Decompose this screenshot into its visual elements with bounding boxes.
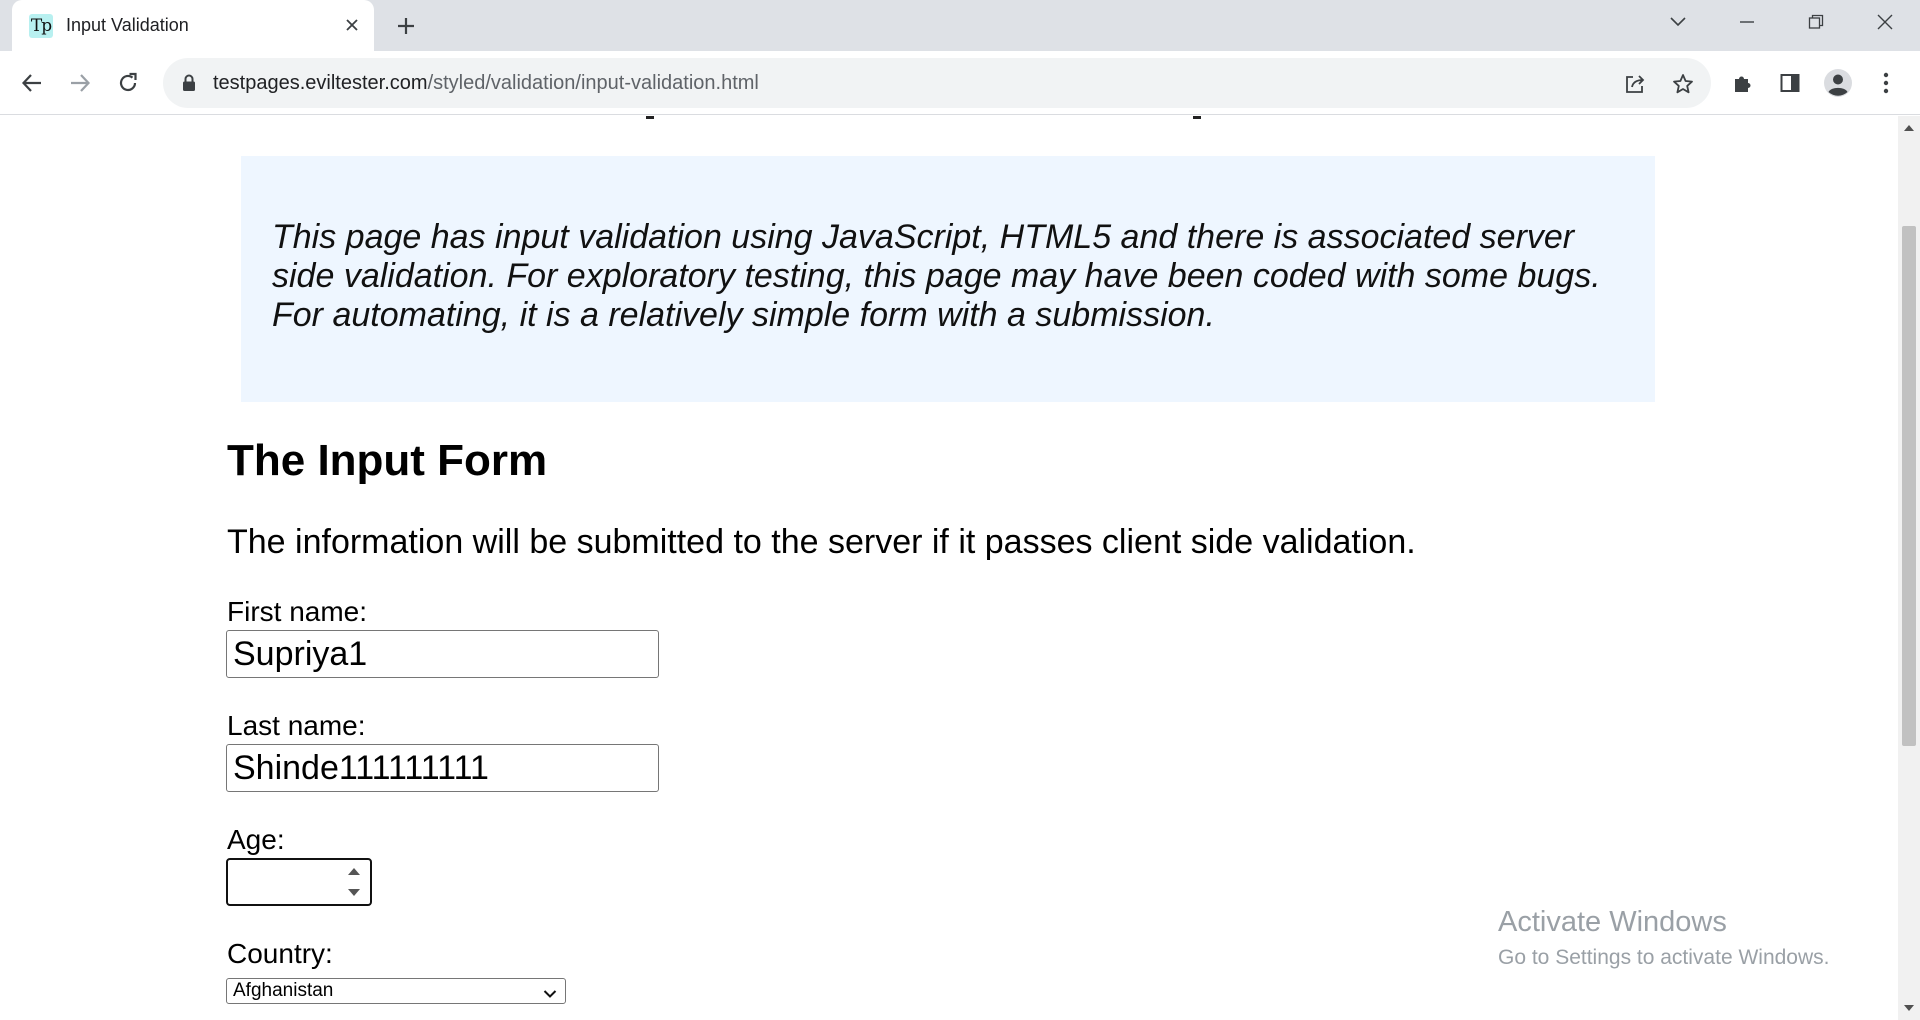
- last-name-input[interactable]: [226, 744, 659, 792]
- age-label: Age:: [227, 824, 285, 855]
- restore-icon[interactable]: [1783, 0, 1849, 44]
- country-select[interactable]: Afghanistan: [226, 978, 566, 1004]
- age-input[interactable]: [226, 858, 372, 906]
- site-favicon: Tp: [29, 14, 53, 38]
- page-scrollbar[interactable]: [1898, 116, 1920, 1020]
- close-icon[interactable]: [339, 12, 365, 38]
- first-name-input[interactable]: [226, 630, 659, 678]
- page-viewport: This page has input validation using Jav…: [0, 116, 1898, 1020]
- star-icon[interactable]: [1668, 69, 1698, 99]
- scroll-up-arrow-icon[interactable]: [1898, 118, 1920, 138]
- url-text[interactable]: testpages.eviltester.com/styled/validati…: [213, 72, 759, 95]
- profile-icon[interactable]: [1820, 65, 1856, 101]
- puzzle-icon[interactable]: [1725, 65, 1761, 101]
- minimize-icon[interactable]: [1714, 0, 1780, 44]
- lock-icon[interactable]: [180, 73, 198, 93]
- scrollbar-thumb[interactable]: [1902, 226, 1916, 746]
- tab-strip: Tp Input Validation: [0, 0, 1920, 51]
- browser-toolbar: testpages.eviltester.com/styled/validati…: [0, 51, 1920, 115]
- activate-windows-title: Activate Windows: [1498, 906, 1727, 938]
- country-selected-value: Afghanistan: [233, 980, 334, 1001]
- share-icon[interactable]: [1620, 69, 1650, 99]
- tab-title: Input Validation: [66, 15, 189, 35]
- chevron-down-icon[interactable]: [1645, 0, 1711, 44]
- form-description: The information will be submitted to the…: [227, 523, 1416, 561]
- kebab-menu-icon[interactable]: [1868, 65, 1904, 101]
- browser-tab[interactable]: Tp Input Validation: [12, 0, 374, 51]
- scroll-down-arrow-icon[interactable]: [1898, 998, 1920, 1018]
- close-icon[interactable]: [1852, 0, 1918, 44]
- clipped-heading-fragment: [0, 116, 1898, 122]
- reload-icon[interactable]: [110, 65, 146, 101]
- url-host: testpages.eviltester.com: [213, 72, 428, 94]
- explanation-box: This page has input validation using Jav…: [241, 156, 1655, 402]
- chevron-down-icon: [543, 983, 557, 1005]
- activate-windows-subtitle: Go to Settings to activate Windows.: [1498, 946, 1830, 969]
- country-label: Country:: [227, 938, 333, 969]
- age-spinner[interactable]: [344, 865, 364, 899]
- last-name-label: Last name:: [227, 710, 366, 741]
- spin-up-icon[interactable]: [348, 868, 360, 875]
- back-arrow-icon[interactable]: [14, 65, 50, 101]
- spin-down-icon[interactable]: [348, 889, 360, 896]
- explanation-text: This page has input validation using Jav…: [272, 218, 1601, 334]
- forward-arrow-icon[interactable]: [62, 65, 98, 101]
- url-path: /styled/validation/input-validation.html: [427, 72, 759, 94]
- plus-icon[interactable]: [390, 10, 422, 42]
- side-panel-icon[interactable]: [1772, 65, 1808, 101]
- first-name-label: First name:: [227, 596, 368, 627]
- address-bar[interactable]: testpages.eviltester.com/styled/validati…: [163, 58, 1711, 108]
- form-title: The Input Form: [227, 436, 548, 485]
